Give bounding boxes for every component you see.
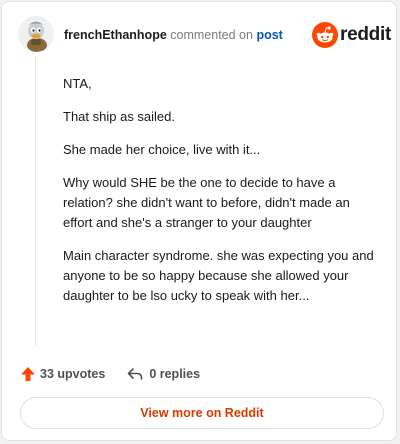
comment-paragraph: That ship as sailed. — [63, 109, 176, 124]
comment-header: frenchEthanhope commented on post — [64, 28, 283, 42]
upvotes-count: 33 upvotes — [40, 367, 106, 381]
view-more-on-reddit-button[interactable]: View more on Reddit — [20, 397, 384, 429]
comment-embed-card: frenchEthanhope commented on post reddit… — [1, 1, 397, 441]
reddit-wordmark: reddit — [340, 24, 391, 45]
thread-line — [35, 56, 36, 346]
comment-paragraph: She made her choice, live with it... — [63, 142, 261, 157]
reddit-snoo-icon — [312, 22, 338, 48]
post-link[interactable]: post — [256, 28, 282, 42]
username-link[interactable]: frenchEthanhope — [64, 28, 167, 42]
commented-on-text: commented on — [170, 28, 253, 42]
duck-avatar-icon — [18, 16, 54, 52]
reddit-brand[interactable]: reddit — [312, 22, 391, 48]
comment-actions: 33 upvotes 0 replies — [20, 363, 200, 385]
comment-body: NTA, That ship as sailed. She made her c… — [63, 74, 381, 319]
comment-paragraph: NTA, — [63, 76, 92, 91]
upvotes-button[interactable]: 33 upvotes — [20, 366, 105, 382]
user-avatar[interactable] — [18, 16, 54, 52]
replies-count: 0 replies — [149, 367, 201, 381]
reply-arrow-icon — [128, 368, 143, 380]
comment-paragraph: Main character syndrome. she was expecti… — [63, 248, 374, 303]
upvote-arrow-icon — [21, 367, 35, 381]
replies-button[interactable]: 0 replies — [127, 366, 200, 382]
comment-paragraph: Why would SHE be the one to decide to ha… — [63, 175, 350, 230]
